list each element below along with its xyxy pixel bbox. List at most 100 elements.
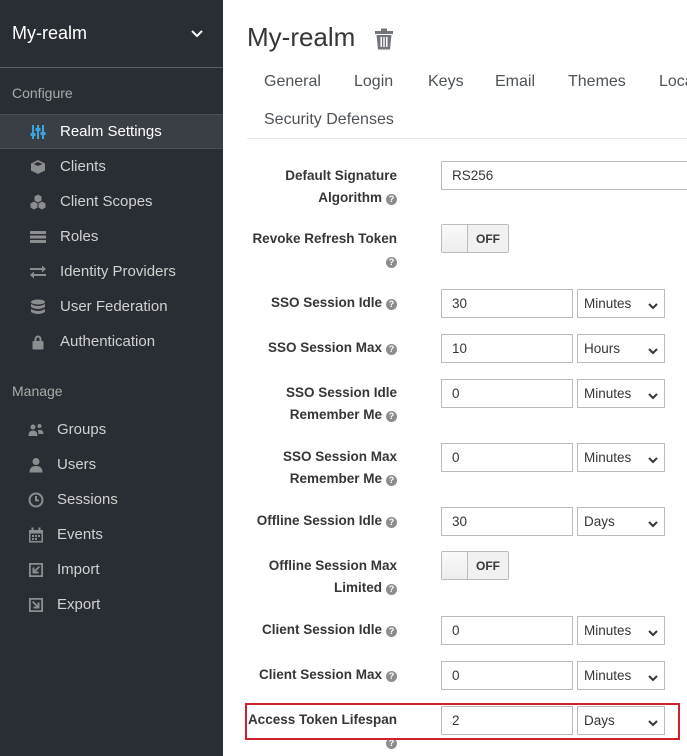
help-icon[interactable]: ? bbox=[386, 626, 397, 637]
lock-icon bbox=[30, 334, 46, 350]
sso-session-idle-input[interactable]: 30 bbox=[441, 289, 573, 318]
sso-session-idle-remember-me-input[interactable]: 0 bbox=[441, 379, 573, 408]
manage-nav: Groups Users Sessions Events Import Expo… bbox=[0, 412, 223, 622]
chevron-down-icon bbox=[648, 626, 658, 636]
revoke-refresh-token-label: Revoke Refresh Token ? bbox=[252, 231, 397, 268]
help-icon[interactable]: ? bbox=[386, 411, 397, 422]
user-icon bbox=[28, 457, 44, 473]
sso-session-max-label: SSO Session Max? bbox=[268, 337, 397, 359]
sso-session-max-remember-me-input[interactable]: 0 bbox=[441, 443, 573, 472]
cubes-icon bbox=[30, 194, 46, 210]
cube-icon bbox=[30, 159, 46, 175]
chevron-down-icon bbox=[648, 344, 658, 354]
clock-icon bbox=[28, 492, 44, 508]
help-icon[interactable]: ? bbox=[386, 671, 397, 682]
sidebar-item-label: Roles bbox=[60, 228, 99, 245]
chevron-down-icon bbox=[648, 453, 658, 463]
help-icon[interactable]: ? bbox=[386, 475, 397, 486]
toggle-knob bbox=[442, 552, 468, 579]
sso-session-idle-unit-select[interactable]: Minutes bbox=[577, 289, 665, 318]
sidebar-item-label: Groups bbox=[57, 421, 107, 438]
sidebar-item-sessions[interactable]: Sessions bbox=[0, 482, 223, 517]
client-session-max-input[interactable]: 0 bbox=[441, 661, 573, 690]
highlight-box bbox=[245, 703, 680, 740]
roles-icon bbox=[30, 229, 46, 245]
tab-general[interactable]: General bbox=[264, 73, 321, 91]
sso-session-max-remember-me-unit-select[interactable]: Minutes bbox=[577, 443, 665, 472]
tab-themes[interactable]: Themes bbox=[568, 73, 626, 91]
offline-session-idle-input[interactable]: 30 bbox=[441, 507, 573, 536]
main-content: My-realm General Login Keys Email Themes… bbox=[223, 0, 687, 756]
sso-session-idle-label: SSO Session Idle? bbox=[271, 292, 397, 314]
sidebar-item-import[interactable]: Import bbox=[0, 552, 223, 587]
sidebar-item-label: Authentication bbox=[60, 333, 156, 350]
page-title: My-realm bbox=[247, 22, 356, 52]
sso-session-idle-remember-me-label: SSO Session Idle Remember Me? bbox=[285, 385, 397, 422]
import-icon bbox=[28, 562, 44, 578]
sidebar-item-identity-providers[interactable]: Identity Providers bbox=[0, 254, 223, 289]
offline-session-max-limited-label: Offline Session Max Limited? bbox=[268, 558, 397, 595]
sidebar-item-events[interactable]: Events bbox=[0, 517, 223, 552]
users-icon bbox=[28, 422, 44, 438]
tab-security-defenses[interactable]: Security Defenses bbox=[264, 111, 394, 129]
client-session-idle-input[interactable]: 0 bbox=[441, 616, 573, 645]
help-icon[interactable]: ? bbox=[386, 257, 397, 268]
sidebar: My-realm Configure Realm Settings Client… bbox=[0, 0, 223, 756]
toggle-state: OFF bbox=[468, 552, 508, 579]
sidebar-item-label: Export bbox=[57, 596, 101, 613]
trash-icon[interactable] bbox=[374, 28, 394, 50]
sidebar-item-label: Events bbox=[57, 526, 103, 543]
exchange-icon bbox=[30, 264, 46, 280]
database-icon bbox=[30, 299, 46, 315]
toggle-state: OFF bbox=[468, 225, 508, 252]
sidebar-item-label: Sessions bbox=[57, 491, 118, 508]
client-session-max-label: Client Session Max? bbox=[259, 664, 397, 686]
offline-session-idle-unit-select[interactable]: Days bbox=[577, 507, 665, 536]
sidebar-item-label: Identity Providers bbox=[60, 263, 176, 280]
sso-session-idle-remember-me-unit-select[interactable]: Minutes bbox=[577, 379, 665, 408]
help-icon[interactable]: ? bbox=[386, 584, 397, 595]
tab-localization[interactable]: Localization bbox=[659, 73, 687, 91]
sidebar-item-groups[interactable]: Groups bbox=[0, 412, 223, 447]
tabs-divider bbox=[247, 138, 687, 139]
sso-session-max-unit-select[interactable]: Hours bbox=[577, 334, 665, 363]
tab-keys[interactable]: Keys bbox=[428, 73, 464, 91]
tab-login[interactable]: Login bbox=[354, 73, 393, 91]
help-icon[interactable]: ? bbox=[386, 194, 397, 205]
sidebar-item-roles[interactable]: Roles bbox=[0, 219, 223, 254]
sso-session-max-input[interactable]: 10 bbox=[441, 334, 573, 363]
sidebar-item-export[interactable]: Export bbox=[0, 587, 223, 622]
sso-session-max-remember-me-label: SSO Session Max Remember Me? bbox=[282, 449, 397, 486]
sidebar-item-user-federation[interactable]: User Federation bbox=[0, 289, 223, 324]
help-icon[interactable]: ? bbox=[386, 299, 397, 310]
sidebar-item-label: Users bbox=[57, 456, 97, 473]
sliders-icon bbox=[30, 124, 46, 140]
sidebar-item-users[interactable]: Users bbox=[0, 447, 223, 482]
configure-section-title: Configure bbox=[12, 85, 73, 101]
chevron-down-icon bbox=[191, 26, 203, 41]
realm-selector[interactable]: My-realm bbox=[0, 0, 223, 68]
client-session-idle-unit-select[interactable]: Minutes bbox=[577, 616, 665, 645]
default-signature-select[interactable]: RS256 bbox=[441, 161, 687, 190]
client-session-idle-label: Client Session Idle? bbox=[262, 619, 397, 641]
default-signature-label: Default Signature Algorithm? bbox=[285, 168, 397, 205]
help-icon[interactable]: ? bbox=[386, 344, 397, 355]
configure-nav: Realm Settings Clients Client Scopes Rol… bbox=[0, 114, 223, 359]
sidebar-item-label: Realm Settings bbox=[60, 123, 162, 140]
sidebar-item-clients[interactable]: Clients bbox=[0, 149, 223, 184]
export-icon bbox=[28, 597, 44, 613]
sidebar-item-realm-settings[interactable]: Realm Settings bbox=[0, 114, 223, 149]
sidebar-item-authentication[interactable]: Authentication bbox=[0, 324, 223, 359]
chevron-down-icon bbox=[648, 517, 658, 527]
offline-session-max-limited-toggle[interactable]: OFF bbox=[441, 551, 509, 580]
sidebar-item-client-scopes[interactable]: Client Scopes bbox=[0, 184, 223, 219]
client-session-max-unit-select[interactable]: Minutes bbox=[577, 661, 665, 690]
sidebar-item-label: Clients bbox=[60, 158, 106, 175]
calendar-icon bbox=[28, 527, 44, 543]
manage-section-title: Manage bbox=[12, 383, 63, 399]
chevron-down-icon bbox=[648, 389, 658, 399]
revoke-refresh-token-toggle[interactable]: OFF bbox=[441, 224, 509, 253]
help-icon[interactable]: ? bbox=[386, 517, 397, 528]
realm-name: My-realm bbox=[12, 23, 87, 43]
tab-email[interactable]: Email bbox=[495, 73, 535, 91]
